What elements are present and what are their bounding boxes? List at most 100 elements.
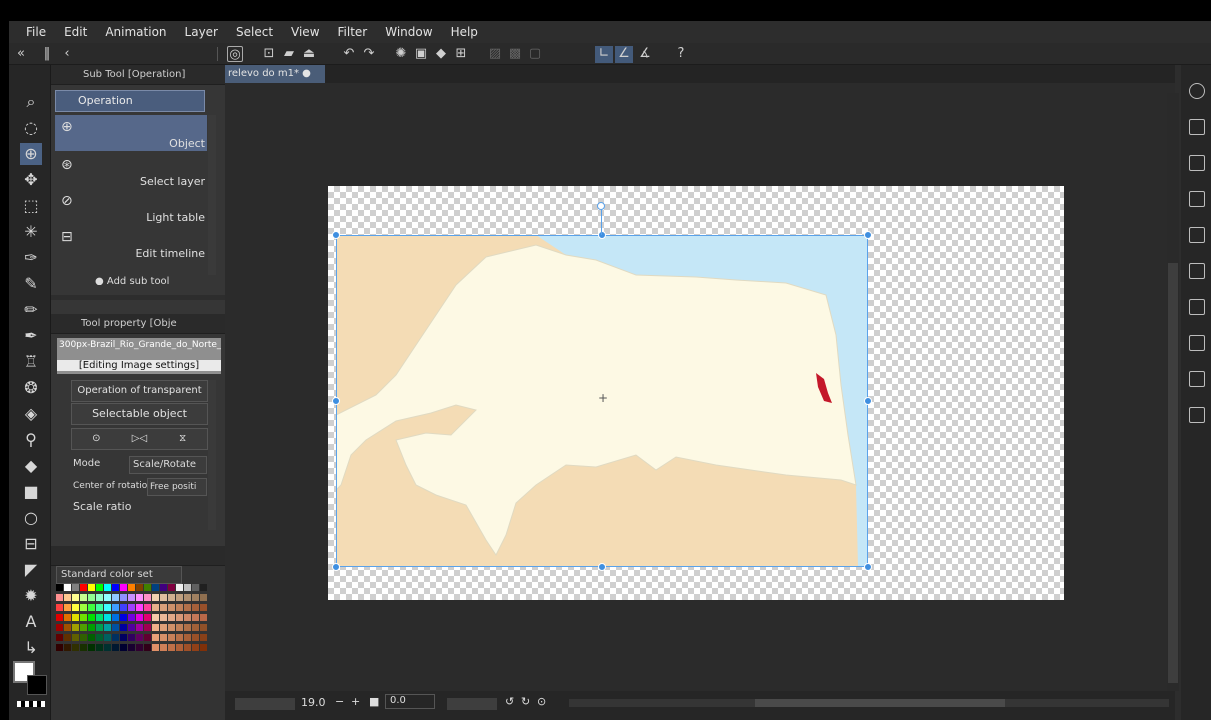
history-icon[interactable] bbox=[1189, 299, 1205, 315]
transparent-color-icon[interactable] bbox=[17, 701, 45, 707]
color-swatch[interactable] bbox=[128, 614, 135, 621]
handle-bottom-right[interactable] bbox=[864, 563, 872, 571]
zoom-value[interactable]: 19.0 bbox=[301, 696, 326, 709]
subtool-scrollbar[interactable] bbox=[208, 115, 216, 275]
zoom-out-icon[interactable]: − bbox=[335, 695, 344, 708]
balloon-icon[interactable]: ✹ bbox=[20, 585, 42, 607]
crop-icon[interactable]: ▨ bbox=[487, 46, 503, 62]
color-swatch[interactable] bbox=[200, 584, 207, 591]
color-swatch[interactable] bbox=[104, 584, 111, 591]
color-swatch[interactable] bbox=[144, 584, 151, 591]
color-swatch[interactable] bbox=[128, 634, 135, 641]
color-swatch[interactable] bbox=[80, 624, 87, 631]
color-swatch[interactable] bbox=[192, 644, 199, 651]
menu-window[interactable]: Window bbox=[385, 25, 432, 39]
color-swatch[interactable] bbox=[192, 604, 199, 611]
new-canvas-icon[interactable]: ⊡ bbox=[261, 46, 277, 62]
color-swatch[interactable] bbox=[160, 594, 167, 601]
color-swatch[interactable] bbox=[176, 584, 183, 591]
color-swatch[interactable] bbox=[184, 614, 191, 621]
loading-icon[interactable]: ✺ bbox=[393, 46, 409, 62]
color-swatch[interactable] bbox=[96, 604, 103, 611]
color-set-dropdown[interactable]: Standard color set bbox=[56, 566, 182, 584]
color-swatch[interactable] bbox=[64, 634, 71, 641]
color-swatch[interactable] bbox=[64, 584, 71, 591]
color-swatch[interactable] bbox=[128, 644, 135, 651]
color-swatch[interactable] bbox=[104, 624, 111, 631]
color-swatch[interactable] bbox=[120, 644, 127, 651]
color-swatch[interactable] bbox=[168, 594, 175, 601]
color-swatch[interactable] bbox=[120, 594, 127, 601]
editing-image-settings[interactable]: [Editing Image settings] bbox=[57, 360, 221, 371]
subtool-light-table[interactable]: ⊘ Light table bbox=[55, 189, 207, 225]
text-icon[interactable]: A bbox=[20, 611, 42, 633]
color-swatch[interactable] bbox=[168, 604, 175, 611]
selection-bounding-box[interactable] bbox=[336, 235, 868, 567]
color-swatch[interactable] bbox=[152, 634, 159, 641]
color-swatch[interactable] bbox=[200, 634, 207, 641]
color-swatch[interactable] bbox=[112, 584, 119, 591]
color-swatch[interactable] bbox=[120, 634, 127, 641]
color-swatch[interactable] bbox=[128, 594, 135, 601]
selectable-object-dropdown[interactable]: Selectable object bbox=[71, 403, 208, 425]
color-swatch[interactable] bbox=[192, 624, 199, 631]
marquee-icon[interactable]: ⬚ bbox=[20, 195, 42, 217]
flip-vertical-icon[interactable]: ⧖ bbox=[163, 429, 203, 449]
transform-icon[interactable]: ⊞ bbox=[453, 46, 469, 62]
color-swatch[interactable] bbox=[144, 594, 151, 601]
color-swatch[interactable] bbox=[56, 584, 63, 591]
airbrush-icon[interactable]: ♖ bbox=[20, 351, 42, 373]
color-swatch[interactable] bbox=[136, 644, 143, 651]
color-swatch[interactable] bbox=[72, 634, 79, 641]
color-swatch[interactable] bbox=[56, 594, 63, 601]
color-swatch[interactable] bbox=[144, 644, 151, 651]
color-swatch[interactable] bbox=[168, 614, 175, 621]
color-swatch[interactable] bbox=[88, 604, 95, 611]
color-swatch[interactable] bbox=[136, 594, 143, 601]
color-swatch[interactable] bbox=[120, 614, 127, 621]
color-swatch[interactable] bbox=[200, 614, 207, 621]
color-swatch[interactable] bbox=[104, 604, 111, 611]
subtool-object[interactable]: ⊕ Object bbox=[55, 115, 207, 151]
color-swatch[interactable] bbox=[152, 644, 159, 651]
color-swatch[interactable] bbox=[176, 644, 183, 651]
color-swatch[interactable] bbox=[88, 634, 95, 641]
ruler-snap-icon[interactable]: ∟ bbox=[596, 46, 612, 62]
transparent-part-dropdown[interactable]: Operation of transparent part bbox=[71, 380, 208, 416]
rotate-right-icon[interactable]: ↻ bbox=[521, 695, 530, 708]
color-swatch[interactable] bbox=[144, 614, 151, 621]
color-swatch[interactable] bbox=[64, 624, 71, 631]
color-swatch[interactable] bbox=[96, 644, 103, 651]
color-swatch[interactable] bbox=[80, 634, 87, 641]
color-swatch[interactable] bbox=[176, 624, 183, 631]
color-swatch[interactable] bbox=[192, 614, 199, 621]
color-swatch[interactable] bbox=[144, 624, 151, 631]
selection-icon[interactable]: ▩ bbox=[507, 46, 523, 62]
blend-icon[interactable]: ⚲ bbox=[20, 429, 42, 451]
move-icon[interactable]: ✥ bbox=[20, 169, 42, 191]
color-swatch[interactable] bbox=[184, 634, 191, 641]
eraser-icon[interactable]: ◈ bbox=[20, 403, 42, 425]
menu-select[interactable]: Select bbox=[236, 25, 273, 39]
reset-rotation-icon[interactable]: ⊙ bbox=[537, 695, 546, 708]
fill-icon[interactable]: ◆ bbox=[433, 46, 449, 62]
import-icon[interactable] bbox=[1189, 371, 1205, 387]
frame-icon[interactable]: ⊟ bbox=[20, 533, 42, 555]
collapse-left-icon[interactable]: « bbox=[13, 46, 29, 62]
color-swatch[interactable] bbox=[184, 644, 191, 651]
color-swatch[interactable] bbox=[104, 634, 111, 641]
add-subtool-button[interactable]: ● Add sub tool bbox=[95, 276, 169, 285]
color-swatch[interactable] bbox=[112, 614, 119, 621]
color-swatch[interactable] bbox=[112, 634, 119, 641]
color-swatch[interactable] bbox=[64, 594, 71, 601]
color-swatch[interactable] bbox=[128, 624, 135, 631]
color-swatch[interactable] bbox=[176, 614, 183, 621]
menu-edit[interactable]: Edit bbox=[64, 25, 87, 39]
color-swatch[interactable] bbox=[144, 604, 151, 611]
color-swatch[interactable] bbox=[88, 584, 95, 591]
color-swatch[interactable] bbox=[80, 644, 87, 651]
color-swatch[interactable] bbox=[88, 614, 95, 621]
color-swatch[interactable] bbox=[72, 604, 79, 611]
handle-top-left[interactable] bbox=[332, 231, 340, 239]
handle-bottom-left[interactable] bbox=[332, 563, 340, 571]
